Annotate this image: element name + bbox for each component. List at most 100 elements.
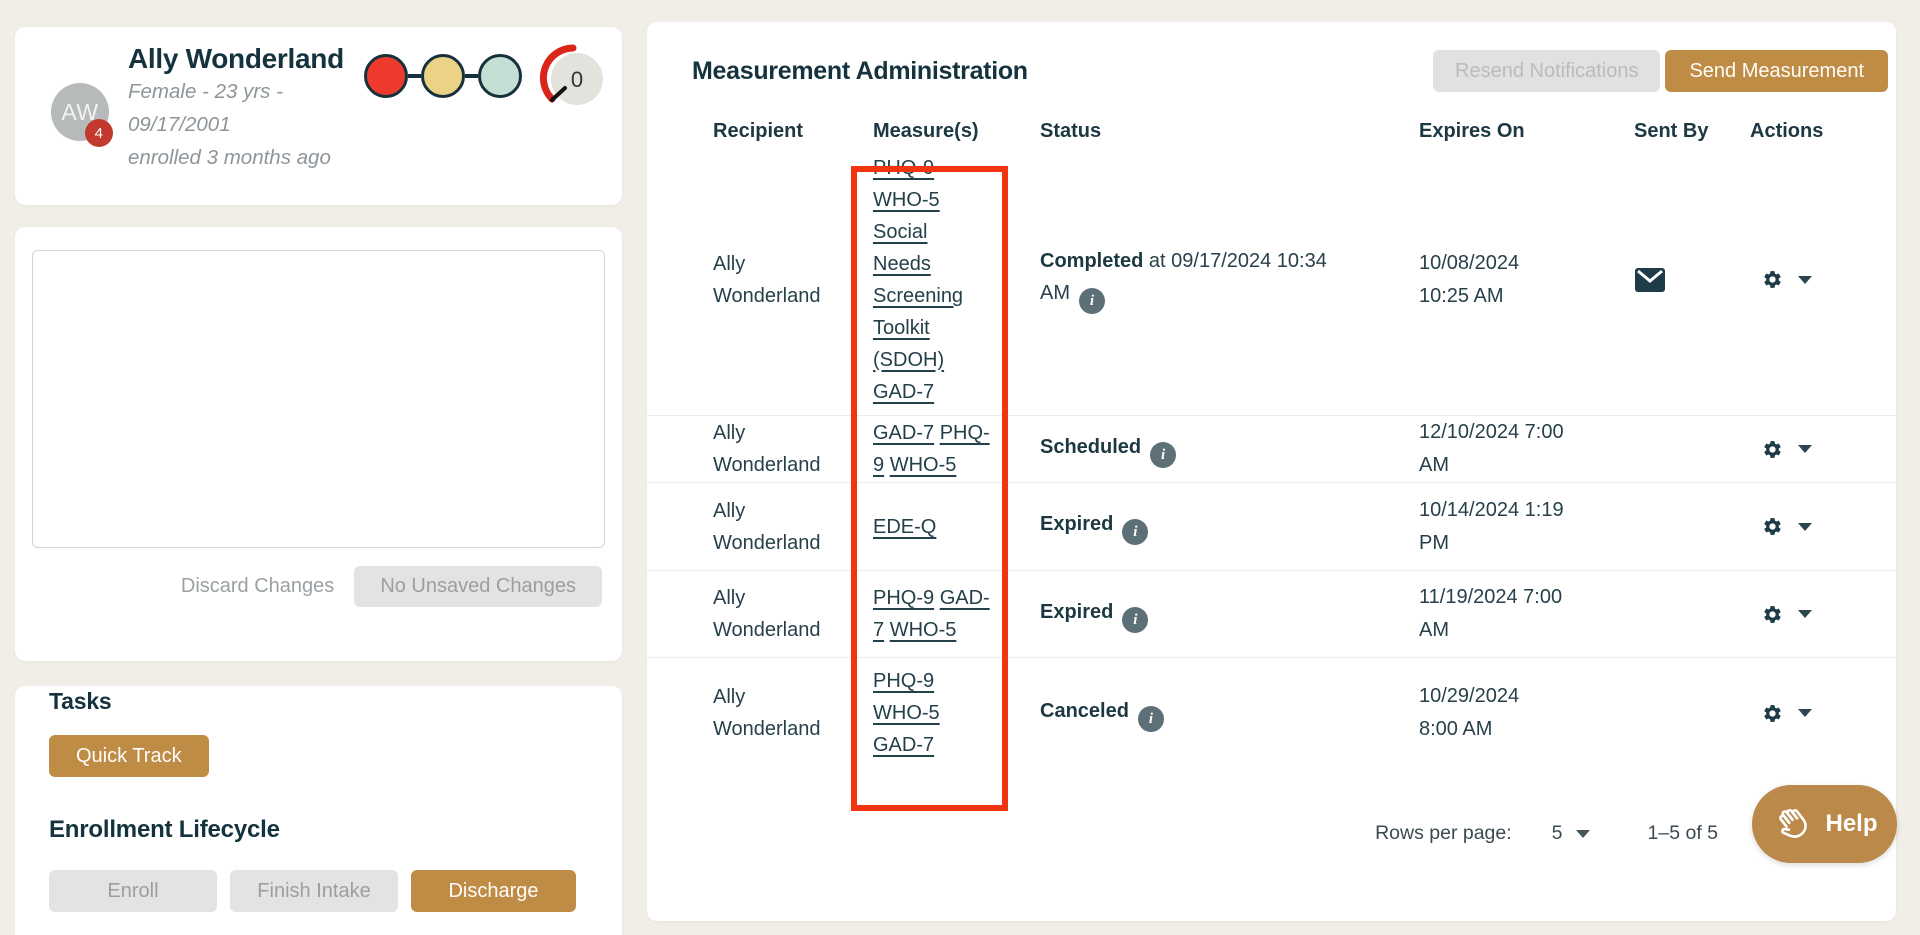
measure-link[interactable]: GAD-7 — [873, 422, 934, 444]
measure-link[interactable]: GAD-7 — [873, 729, 971, 761]
expires-cell: 10/08/2024 10:25 AM — [1419, 247, 1634, 313]
table-row: Ally Wonderland EDE-Q Expired i 10/14/202… — [647, 483, 1896, 571]
actions-cell — [1750, 516, 1856, 537]
gear-icon[interactable] — [1762, 439, 1783, 460]
patient-summary-card: AW 4 Ally Wonderland Female - 23 yrs - 0… — [15, 27, 622, 205]
chevron-down-icon[interactable] — [1798, 276, 1812, 284]
chevron-down-icon[interactable] — [1798, 610, 1812, 618]
gear-icon[interactable] — [1762, 516, 1783, 537]
info-icon[interactable]: i — [1150, 442, 1176, 468]
measure-link[interactable]: PHQ-9 — [873, 587, 934, 609]
table-body: Ally Wonderland PHQ-9 WHO-5 Social Needs… — [647, 144, 1896, 768]
send-measurement-button[interactable]: Send Measurement — [1665, 50, 1888, 92]
table-row: Ally Wonderland PHQ-9 WHO-5 Social Needs… — [647, 144, 1896, 416]
info-icon[interactable]: i — [1122, 519, 1148, 545]
measure-link[interactable]: Social Needs Screening Toolkit (SDOH) — [873, 216, 971, 376]
notes-actions: Discard Changes No Unsaved Changes — [177, 566, 602, 607]
patient-demographics-line1: Female - 23 yrs - — [128, 75, 378, 108]
column-header-recipient: Recipient — [713, 120, 873, 143]
actions-cell — [1750, 269, 1856, 290]
enroll-button[interactable]: Enroll — [49, 870, 217, 912]
status-text: Canceled — [1040, 700, 1129, 722]
table-row: Ally Wonderland PHQ-9 GAD-7 WHO-5 Expire… — [647, 571, 1896, 658]
status-cell: Canceled i — [1040, 695, 1352, 732]
sentby-cell — [1634, 267, 1750, 293]
table-row: Ally Wonderland GAD-7 PHQ-9 WHO-5 Schedu… — [647, 416, 1896, 483]
discard-changes-button[interactable]: Discard Changes — [177, 567, 338, 606]
actions-cell — [1750, 703, 1856, 724]
quick-track-button[interactable]: Quick Track — [49, 735, 209, 777]
measures-cell: GAD-7 PHQ-9 WHO-5 — [873, 417, 995, 481]
score-gauge: 0 — [539, 43, 609, 113]
chevron-down-icon — [1576, 830, 1590, 838]
tasks-heading: Tasks — [49, 688, 112, 715]
info-icon[interactable]: i — [1079, 288, 1105, 314]
gauge-value: 0 — [571, 67, 583, 92]
measures-cell: EDE-Q — [873, 511, 995, 543]
red-status-dot[interactable] — [364, 54, 408, 98]
avatar: AW 4 — [51, 83, 109, 141]
info-icon[interactable]: i — [1138, 706, 1164, 732]
gear-icon[interactable] — [1762, 269, 1783, 290]
rows-per-page-label: Rows per page: — [1375, 822, 1512, 845]
status-text: Expired — [1040, 513, 1113, 535]
no-unsaved-changes-button[interactable]: No Unsaved Changes — [354, 566, 602, 607]
measure-link[interactable]: EDE-Q — [873, 516, 936, 538]
gear-icon[interactable] — [1762, 703, 1783, 724]
measure-link[interactable]: WHO-5 — [890, 454, 957, 476]
discharge-button[interactable]: Discharge — [411, 870, 576, 912]
info-icon[interactable]: i — [1122, 607, 1148, 633]
measure-link[interactable]: PHQ-9 — [873, 152, 971, 184]
help-label: Help — [1825, 810, 1877, 838]
recipient-name: Ally Wonderland — [713, 681, 823, 745]
actions-cell — [1750, 604, 1856, 625]
envelope-icon — [1634, 267, 1666, 293]
recipient-name: Ally Wonderland — [713, 495, 823, 559]
lifecycle-actions: Enroll Finish Intake Discharge — [49, 870, 576, 912]
resend-notifications-button[interactable]: Resend Notifications — [1433, 50, 1660, 92]
dot-connector — [408, 74, 421, 78]
rows-per-page-select[interactable]: 5 — [1552, 822, 1590, 845]
waving-hand-icon — [1771, 803, 1813, 845]
status-text: Scheduled — [1040, 436, 1141, 458]
measurement-administration-panel: Measurement Administration Resend Notifi… — [647, 22, 1896, 921]
chevron-down-icon[interactable] — [1798, 445, 1812, 453]
status-cell: Expired i — [1040, 596, 1352, 633]
status-cell: Scheduled i — [1040, 431, 1352, 468]
notes-card: Discard Changes No Unsaved Changes — [15, 227, 622, 661]
measure-link[interactable]: WHO-5 — [873, 697, 971, 729]
measure-link[interactable]: PHQ-9 — [873, 665, 971, 697]
expires-cell: 10/29/2024 8:00 AM — [1419, 680, 1634, 746]
help-button[interactable]: Help — [1752, 785, 1897, 863]
column-header-status: Status — [1040, 120, 1419, 143]
measures-cell: PHQ-9 WHO-5 Social Needs Screening Toolk… — [873, 152, 971, 408]
yellow-status-dot[interactable] — [421, 54, 465, 98]
measures-cell: PHQ-9 WHO-5 GAD-7 — [873, 665, 971, 761]
column-header-measures: Measure(s) — [873, 120, 1040, 143]
finish-intake-button[interactable]: Finish Intake — [230, 870, 398, 912]
gear-icon[interactable] — [1762, 604, 1783, 625]
pagination: Rows per page: 5 1–5 of 5 — [647, 822, 1896, 845]
measure-link[interactable]: WHO-5 — [890, 619, 957, 641]
status-text: Expired — [1040, 601, 1113, 623]
patient-demographics-line2: 09/17/2001 — [128, 108, 378, 141]
recipient-name: Ally Wonderland — [713, 417, 823, 481]
recipient-name: Ally Wonderland — [713, 248, 823, 312]
expires-cell: 10/14/2024 1:19 PM — [1419, 494, 1634, 560]
panel-title: Measurement Administration — [692, 57, 1028, 86]
status-text: Completed — [1040, 250, 1143, 272]
column-header-sentby: Sent By — [1634, 120, 1750, 143]
chevron-down-icon[interactable] — [1798, 709, 1812, 717]
patient-enrolled-text: enrolled 3 months ago — [128, 141, 378, 174]
expires-cell: 12/10/2024 7:00 AM — [1419, 416, 1634, 482]
patient-info: Ally Wonderland Female - 23 yrs - 09/17/… — [128, 43, 378, 174]
measure-link[interactable]: GAD-7 — [873, 376, 971, 408]
chevron-down-icon[interactable] — [1798, 523, 1812, 531]
teal-status-dot[interactable] — [478, 54, 522, 98]
measure-link[interactable]: WHO-5 — [873, 184, 971, 216]
table-row: Ally Wonderland PHQ-9 WHO-5 GAD-7 Cancel… — [647, 658, 1896, 768]
column-header-actions: Actions — [1750, 120, 1856, 143]
actions-cell — [1750, 439, 1856, 460]
notes-input[interactable] — [32, 250, 605, 548]
tasks-card: Tasks Quick Track Enrollment Lifecycle E… — [15, 686, 622, 935]
